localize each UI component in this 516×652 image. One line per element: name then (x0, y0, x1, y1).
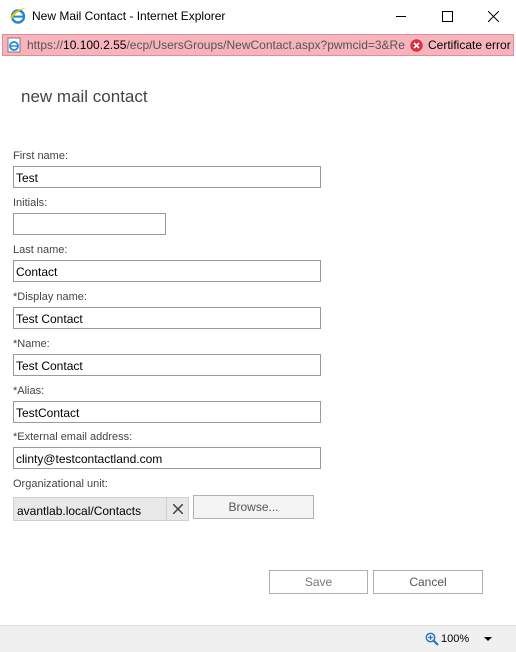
close-icon (487, 10, 499, 22)
minimize-icon (395, 15, 406, 17)
zoom-level[interactable]: 100% (441, 633, 469, 645)
close-button[interactable] (470, 0, 516, 32)
initials-field[interactable] (13, 213, 166, 235)
page-title: new mail contact (21, 87, 148, 106)
url-host: 10.100.2.55 (63, 38, 127, 52)
zoom-icon[interactable] (425, 632, 439, 646)
address-bar[interactable]: https://10.100.2.55/ecp/UsersGroups/NewC… (2, 34, 514, 56)
name-label: *Name: (13, 338, 50, 350)
last-name-label: Last name: (13, 244, 68, 256)
chevron-down-icon[interactable] (482, 634, 494, 644)
alias-field[interactable]: TestContact (13, 401, 321, 423)
browse-button[interactable]: Browse... (193, 495, 314, 519)
ie-logo-icon (10, 8, 26, 24)
last-name-field[interactable]: Contact (13, 260, 321, 282)
address-url[interactable]: https://10.100.2.55/ecp/UsersGroups/NewC… (27, 38, 405, 52)
external-email-label: *External email address: (13, 431, 133, 443)
ie-page-icon (7, 37, 21, 53)
clear-icon (172, 504, 183, 514)
name-field[interactable]: Test Contact (13, 354, 321, 376)
url-path: /ecp/UsersGroups/NewContact.aspx?pwmcid=… (126, 38, 405, 52)
first-name-label: First name: (13, 150, 69, 162)
minimize-button[interactable] (378, 0, 424, 32)
org-unit-field: avantlab.local/Contacts (13, 497, 189, 521)
cancel-button[interactable]: Cancel (373, 570, 483, 594)
url-prefix: https:// (27, 38, 64, 52)
external-email-field[interactable]: clinty@testcontactland.com (13, 447, 321, 469)
status-bar: 100% (0, 625, 516, 652)
title-bar: New Mail Contact - Internet Explorer (0, 0, 516, 32)
first-name-field[interactable]: Test (13, 166, 321, 188)
org-unit-value: avantlab.local/Contacts (17, 504, 142, 518)
display-name-field[interactable]: Test Contact (13, 307, 321, 329)
initials-label: Initials: (13, 197, 48, 209)
certificate-error-icon[interactable] (410, 39, 423, 52)
maximize-button[interactable] (424, 0, 470, 32)
certificate-error-label[interactable]: Certificate error (428, 38, 511, 52)
alias-label: *Alias: (13, 385, 45, 397)
maximize-icon (441, 10, 453, 22)
display-name-label: *Display name: (13, 291, 87, 303)
org-unit-clear-button[interactable] (166, 498, 188, 520)
window-title: New Mail Contact - Internet Explorer (32, 9, 226, 23)
save-button[interactable]: Save (269, 570, 368, 594)
org-unit-label: Organizational unit: (13, 478, 108, 490)
